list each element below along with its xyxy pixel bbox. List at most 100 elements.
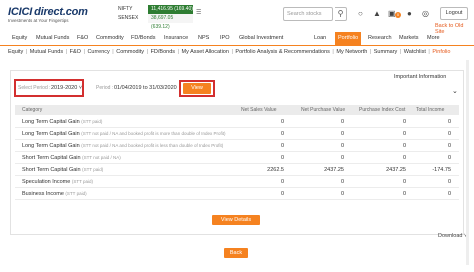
view-button[interactable]: View	[183, 83, 211, 94]
subnav-summary[interactable]: Summary	[374, 49, 398, 55]
period-label: Period :	[96, 85, 114, 91]
cell-net-sales: 0	[280, 179, 284, 185]
nav-equity[interactable]: Equity	[12, 32, 27, 45]
cell-purchase-index: 0	[402, 131, 406, 137]
nav-insurance[interactable]: Insurance	[164, 32, 188, 45]
main-nav: Equity Mutual Funds F&O Commodity FD/Bon…	[0, 32, 474, 45]
cell-total-income: 0	[447, 119, 451, 125]
back-button[interactable]: Back	[224, 248, 248, 258]
table-row: Long Term Capital Gain (STT not paid / N…	[15, 140, 459, 152]
bell-icon[interactable]: ▲	[373, 9, 381, 18]
cell-total-income: -174.75	[432, 167, 451, 173]
nav-portfolio[interactable]: Portfolio	[335, 32, 362, 45]
row-note: (STT paid)	[71, 179, 94, 184]
cell-net-purchase: 0	[340, 179, 344, 185]
subnav-watchlist[interactable]: Watchlist	[404, 49, 426, 55]
nav-more[interactable]: More	[427, 32, 440, 45]
menu-icon[interactable]: ☰	[196, 9, 201, 16]
table-row: Short Term Capital Gain (STT not paid / …	[15, 152, 459, 164]
notification-badge: 0	[395, 12, 401, 18]
col-category: Category	[22, 107, 43, 113]
subnav-fno[interactable]: F&O	[70, 49, 81, 55]
select-period-label: Select Period :	[18, 85, 51, 91]
table-row: Speculation Income (STT paid) 0 0 0 0	[15, 176, 459, 188]
cell-net-sales: 2262.5	[267, 167, 284, 173]
logo-text: ICICI direct.com	[8, 6, 88, 18]
market-ticker: NIFTY 11,416.95 (169.40) SENSEX 38,697.0…	[118, 5, 193, 30]
subnav-commodity[interactable]: Commodity	[116, 49, 144, 55]
view-details-button[interactable]: View Details	[212, 215, 260, 225]
nav-fd-bonds[interactable]: FD/Bonds	[131, 32, 155, 45]
row-category: Long Term Capital Gain	[22, 143, 80, 149]
subnav-asset-allocation[interactable]: My Asset Allocation	[182, 49, 229, 55]
nav-nps[interactable]: NPS	[198, 32, 209, 45]
ticker-name: NIFTY	[118, 6, 133, 12]
period-select[interactable]: 2019-2020 ˅	[51, 85, 82, 91]
top-header: ICICI direct.com Investments at Your Fin…	[0, 0, 474, 35]
chevron-down-icon[interactable]: ⌄	[452, 87, 458, 95]
page-scrollbar[interactable]	[466, 60, 469, 265]
ticker-row: SENSEX 38,697.05 (639.12)	[118, 14, 193, 30]
subnav-mutual-funds[interactable]: Mutual Funds	[30, 49, 63, 55]
nav-commodity[interactable]: Commodity	[96, 32, 124, 45]
nav-mutual-funds[interactable]: Mutual Funds	[36, 32, 69, 45]
cell-total-income: 0	[447, 155, 451, 161]
watchlist-icon[interactable]: ○	[358, 9, 363, 18]
row-note: (STT paid)	[65, 191, 87, 196]
table-row: Long Term Capital Gain (STT not paid / N…	[15, 128, 459, 140]
subnav-fd-bonds[interactable]: FD/Bonds	[151, 49, 175, 55]
cell-net-sales: 0	[280, 191, 284, 197]
subnav-networth[interactable]: My Networth	[336, 49, 367, 55]
logo-tagline: Investments at Your Fingertips	[8, 18, 69, 23]
table-row: Short Term Capital Gain (STT paid) 2262.…	[15, 164, 459, 176]
cell-net-sales: 0	[280, 119, 284, 125]
help-icon[interactable]: ◎	[422, 9, 429, 18]
subnav-currency[interactable]: Currency	[87, 49, 109, 55]
cell-total-income: 0	[447, 179, 451, 185]
table-header: Category Net Sales Value Net Purchase Va…	[15, 105, 459, 115]
nav-ipo[interactable]: IPO	[220, 32, 229, 45]
chevron-down-icon: ˅	[78, 85, 83, 91]
row-category: Business Income	[22, 191, 64, 197]
cell-net-purchase: 0	[340, 155, 344, 161]
row-note: (STT not paid / NA)	[82, 155, 121, 160]
cell-total-income: 0	[447, 131, 451, 137]
logout-button[interactable]: Logout	[440, 7, 468, 20]
period-range: 01/04/2019 to 31/03/2020	[114, 85, 177, 91]
ticker-value: 38,697.05 (639.12)	[148, 14, 193, 30]
cell-purchase-index: 0	[402, 179, 406, 185]
nav-markets[interactable]: Markets	[399, 32, 419, 45]
period-select-value: 2019-2020	[51, 85, 78, 91]
nav-fno[interactable]: F&O	[77, 32, 88, 45]
row-category: Short Term Capital Gain	[22, 167, 81, 173]
cell-net-purchase: 0	[340, 131, 344, 137]
important-information-link[interactable]: Important Information	[394, 74, 446, 80]
col-net-purchase: Net Purchase Value	[301, 107, 346, 113]
brand-logo[interactable]: ICICI direct.com Investments at Your Fin…	[8, 6, 88, 23]
search-icon[interactable]: ⚲	[335, 7, 347, 21]
cell-net-purchase: 0	[340, 191, 344, 197]
cell-purchase-index: 0	[402, 155, 406, 161]
cell-total-income: 0	[447, 191, 451, 197]
nav-global-investment[interactable]: Global Investment	[239, 32, 283, 45]
subnav-portfolio-analysis[interactable]: Portfolio Analysis & Recommendations	[235, 49, 329, 55]
table-row: Business Income (STT paid) 0 0 0 0	[15, 188, 459, 200]
cell-total-income: 0	[447, 143, 451, 149]
col-total-income: Total Income	[416, 107, 445, 113]
cell-purchase-index: 2437.25	[386, 167, 406, 173]
nav-divider	[0, 45, 474, 46]
search-input[interactable]: Search stocks	[283, 7, 333, 21]
subnav-pinfolio[interactable]: Pinfolio	[432, 49, 450, 55]
user-icon[interactable]: ●	[407, 9, 412, 18]
subnav-equity[interactable]: Equity	[8, 49, 23, 55]
row-note: (STT not paid / NA and booked profit is …	[81, 131, 226, 136]
nav-loan[interactable]: Loan	[314, 32, 326, 45]
download-link[interactable]: Download ˅	[438, 233, 467, 239]
row-note: (STT not paid / NA and booked profit is …	[81, 143, 224, 148]
cell-purchase-index: 0	[402, 191, 406, 197]
ticker-row: NIFTY 11,416.95 (169.40)	[118, 5, 193, 14]
download-label: Download	[438, 233, 463, 239]
cell-net-purchase: 2437.25	[324, 167, 344, 173]
cell-net-purchase: 0	[340, 119, 344, 125]
nav-research[interactable]: Research	[368, 32, 392, 45]
